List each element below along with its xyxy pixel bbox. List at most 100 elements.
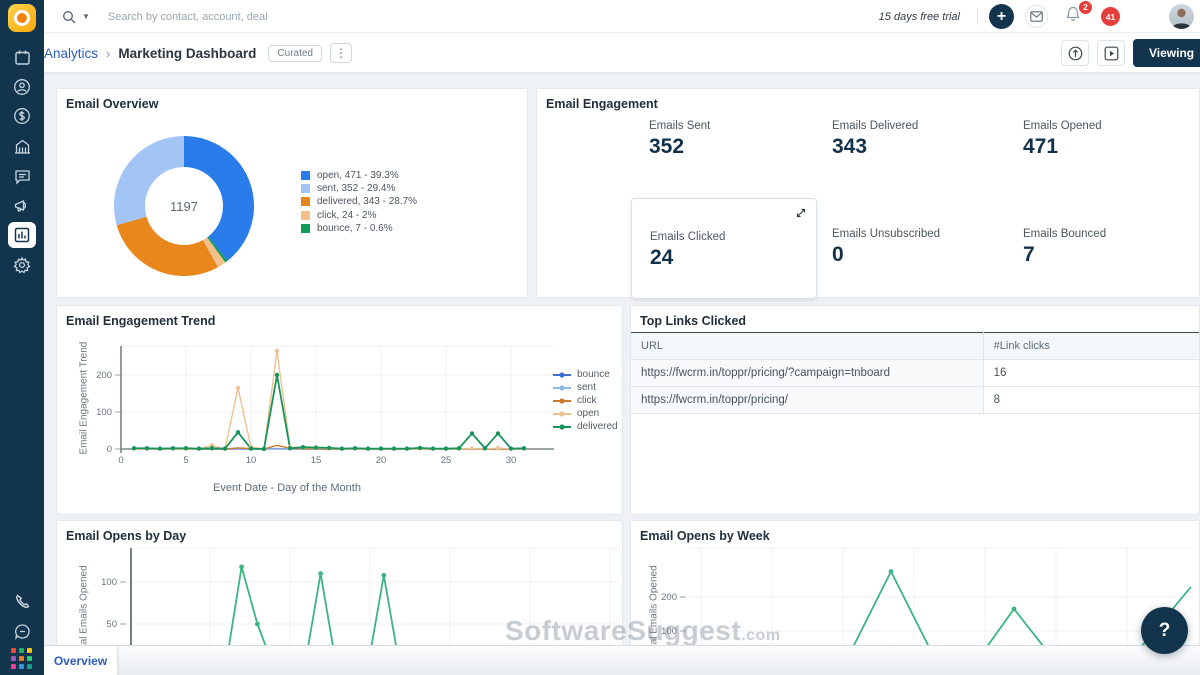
notifications-badge: 2	[1079, 1, 1092, 14]
page-title: Marketing Dashboard	[118, 46, 256, 61]
metric-emails-bounced: Emails Bounced7	[1023, 228, 1200, 267]
building-icon	[14, 138, 31, 155]
sidebar-item-marketing[interactable]: ⋮	[8, 193, 36, 219]
card-title: Top Links Clicked	[640, 314, 746, 328]
megaphone-icon	[13, 197, 31, 215]
trial-text: 15 days free trial	[879, 0, 960, 33]
svg-text:15: 15	[311, 455, 322, 466]
svg-text:30: 30	[506, 455, 517, 466]
legend-item[interactable]: sent	[553, 381, 618, 394]
drag-handle-icon: ⋮	[46, 86, 53, 89]
svg-text:100: 100	[101, 577, 117, 588]
drag-handle-icon: ⋮	[46, 115, 53, 118]
email-button[interactable]	[1025, 5, 1048, 28]
envelope-icon	[1030, 11, 1043, 22]
sidebar-item-conversations[interactable]: ⋮	[8, 163, 36, 189]
metric-emails-opened: Emails Opened471	[1023, 120, 1200, 159]
export-icon	[1068, 46, 1083, 61]
top-bar: ▼ 15 days free trial + 2 41	[44, 0, 1200, 33]
card-email-engagement-trend: Email Engagement Trend 05101520253001002…	[56, 305, 623, 515]
sidebar-item-analytics-active[interactable]	[8, 222, 36, 248]
app-switcher-icon[interactable]	[11, 648, 33, 670]
chat-icon	[14, 168, 31, 185]
legend-item[interactable]: sent, 352 - 29.4%	[301, 182, 417, 195]
legend-item[interactable]: delivered	[553, 420, 618, 433]
legend-swatch	[553, 384, 571, 392]
viewing-label: Viewing	[1149, 46, 1194, 60]
bottom-tab-bar: Overview	[44, 645, 1200, 675]
counter-badge[interactable]: 41	[1101, 7, 1120, 26]
card-email-engagement: Email Engagement Emails Sent352 Emails D…	[536, 88, 1200, 298]
svg-text:50: 50	[106, 619, 117, 630]
table-row: https://fwcrm.in/toppr/pricing/ 8	[631, 387, 1199, 414]
metric-emails-sent: Emails Sent352	[649, 120, 835, 159]
search-scope-caret-icon[interactable]: ▼	[82, 12, 90, 21]
sidebar: ⋮ ⋮ ⋮ ⋮	[0, 0, 44, 675]
sidebar-item-support-chat[interactable]	[8, 618, 36, 644]
legend-item[interactable]: bounce, 7 - 0.6%	[301, 222, 417, 235]
link-clicks-cell: 16	[983, 360, 1199, 387]
svg-text:20: 20	[376, 455, 387, 466]
sidebar-item-accounts[interactable]	[8, 133, 36, 159]
trend-y-axis-label: Email Engagement Trend	[79, 345, 90, 455]
deals-icon	[13, 107, 31, 125]
dashboard-header: Analytics › Marketing Dashboard Curated …	[44, 33, 1200, 73]
svg-text:0: 0	[107, 444, 112, 455]
sidebar-item-deals[interactable]: ⋮	[8, 103, 36, 129]
contact-icon	[13, 78, 31, 96]
legend-swatch	[553, 397, 571, 405]
search-icon[interactable]	[62, 10, 76, 24]
svg-text:10: 10	[246, 455, 257, 466]
viewing-button[interactable]: Viewing	[1133, 39, 1200, 67]
quick-add-button[interactable]: +	[989, 4, 1014, 29]
bar-chart-icon	[14, 227, 30, 243]
legend-swatch	[553, 371, 571, 379]
chevron-right-icon: ›	[106, 46, 110, 61]
play-icon	[1104, 46, 1119, 61]
legend-swatch	[553, 423, 571, 431]
svg-text:200: 200	[96, 370, 112, 381]
links-table: URL #Link clicks https://fwcrm.in/toppr/…	[631, 332, 1199, 414]
export-button[interactable]	[1061, 40, 1089, 66]
link-url-cell: https://fwcrm.in/toppr/pricing/	[631, 387, 983, 414]
legend-item[interactable]: click	[553, 394, 618, 407]
donut-total-value: 1197	[154, 199, 214, 214]
present-button[interactable]	[1097, 40, 1125, 66]
freshworks-logo-icon[interactable]	[8, 4, 36, 32]
app-window: ⋮ ⋮ ⋮ ⋮	[0, 0, 1200, 675]
column-header-link-clicks: #Link clicks	[983, 333, 1199, 360]
expand-icon[interactable]	[795, 207, 807, 219]
breadcrumb: Analytics › Marketing Dashboard Curated …	[44, 33, 352, 73]
user-avatar[interactable]	[1169, 4, 1194, 29]
legend-item[interactable]: open	[553, 407, 618, 420]
svg-text:0: 0	[118, 455, 123, 466]
breadcrumb-analytics-link[interactable]: Analytics	[44, 46, 98, 61]
sidebar-item-contacts[interactable]: ⋮	[8, 74, 36, 100]
help-button[interactable]: ?	[1141, 607, 1188, 654]
card-email-overview: Email Overview 1197 open, 471 - 39.3% se…	[56, 88, 528, 298]
tab-overview[interactable]: Overview	[44, 646, 118, 675]
trend-x-axis-label: Event Date - Day of the Month	[57, 482, 517, 494]
curated-badge: Curated	[268, 45, 322, 62]
legend-swatch	[553, 410, 571, 418]
search-input[interactable]	[108, 11, 368, 23]
more-options-button[interactable]: ⋮	[330, 43, 352, 63]
legend-item[interactable]: open, 471 - 39.3%	[301, 169, 417, 182]
column-header-url: URL	[631, 333, 983, 360]
trend-legend: bouncesentclickopendelivered	[553, 368, 618, 433]
metric-emails-clicked-box[interactable]: Emails Clicked24	[631, 198, 817, 299]
sidebar-item-settings[interactable]	[8, 252, 36, 278]
notifications-button[interactable]: 2	[1064, 5, 1088, 29]
watermark: SoftwareSuggest.com	[505, 615, 781, 647]
divider	[977, 8, 978, 25]
legend-item[interactable]: click, 24 - 2%	[301, 209, 417, 222]
drag-handle-icon: ⋮	[46, 175, 53, 178]
legend-item[interactable]: bounce	[553, 368, 618, 381]
legend-item[interactable]: delivered, 343 - 28.7%	[301, 195, 417, 208]
dashboard-canvas: Email Overview 1197 open, 471 - 39.3% se…	[44, 73, 1200, 675]
metric-emails-unsubscribed: Emails Unsubscribed0	[832, 228, 1018, 267]
drag-handle-icon: ⋮	[46, 205, 53, 208]
sidebar-item-calendar[interactable]	[8, 44, 36, 70]
metric-emails-delivered: Emails Delivered343	[832, 120, 1018, 159]
sidebar-item-phone[interactable]	[8, 588, 36, 614]
